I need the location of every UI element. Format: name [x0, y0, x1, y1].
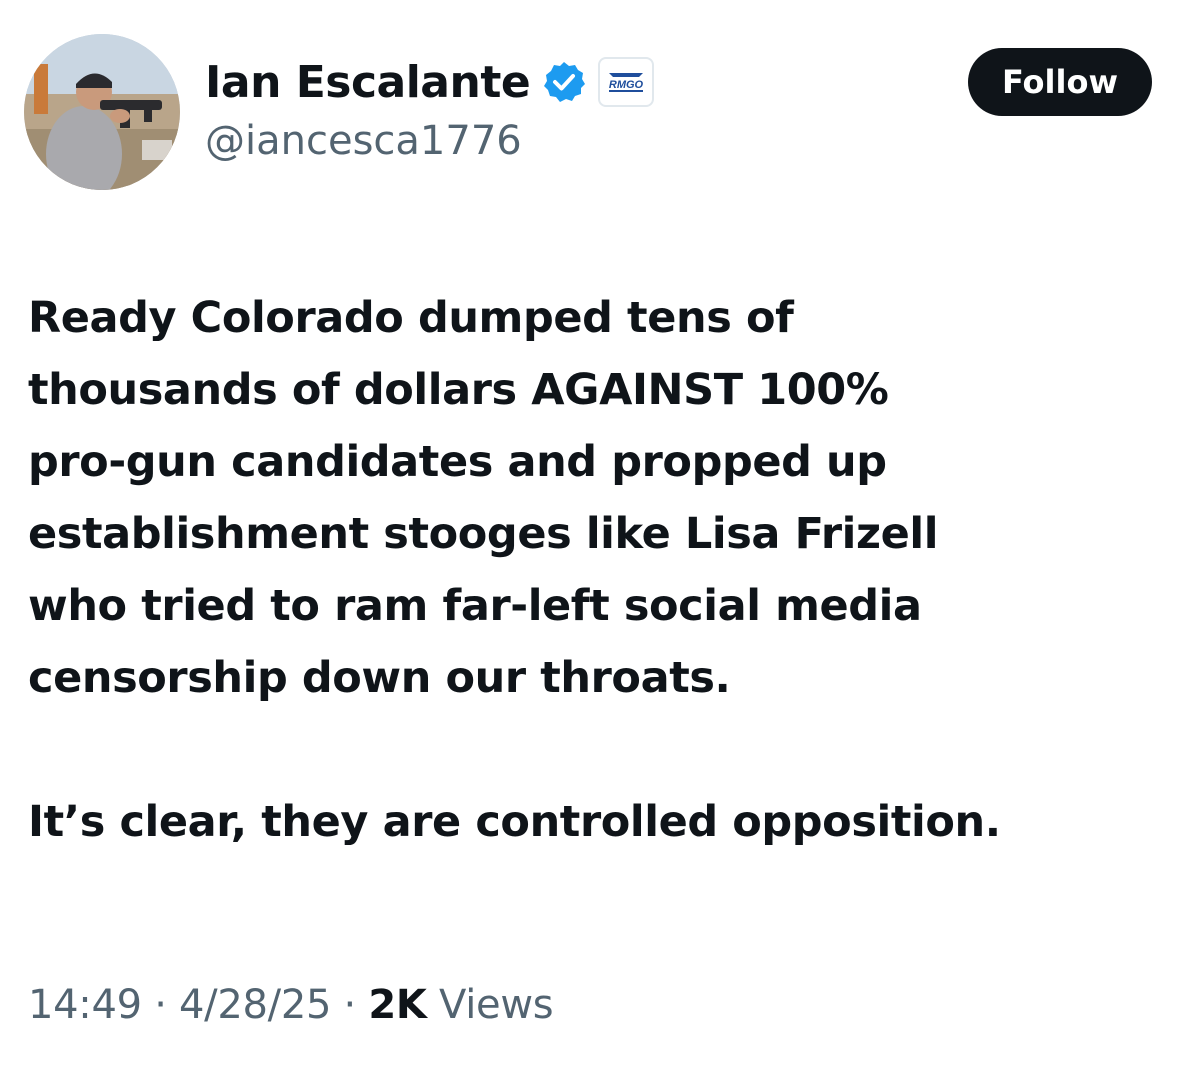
views-count[interactable]: 2K: [368, 982, 427, 1028]
tweet-meta: 14:49 · 4/28/25 · 2K Views: [28, 982, 554, 1028]
tweet-text: Ready Colorado dumped tens of thousands …: [28, 282, 1188, 858]
follow-button[interactable]: Follow: [968, 48, 1152, 116]
tweet-line: thousands of dollars AGAINST 100%: [28, 365, 889, 415]
tweet-closing-line: It’s clear, they are controlled oppositi…: [28, 797, 1001, 847]
verified-badge-icon[interactable]: [542, 60, 586, 104]
paragraph-break: [28, 714, 1188, 786]
svg-text:RMGO: RMGO: [609, 79, 644, 91]
author-handle[interactable]: @iancesca1776: [205, 118, 522, 164]
tweet-line: establishment stooges like Lisa Frizell: [28, 509, 939, 559]
meta-separator: ·: [141, 982, 180, 1028]
tweet-time[interactable]: 14:49: [28, 982, 142, 1028]
meta-separator: ·: [331, 982, 369, 1028]
tweet-line: pro-gun candidates and propped up: [28, 437, 887, 487]
affiliate-badge-icon[interactable]: RMGO: [598, 57, 655, 107]
avatar-image: [24, 34, 180, 190]
tweet-line: Ready Colorado dumped tens of: [28, 293, 794, 343]
avatar[interactable]: [24, 34, 180, 190]
author-name[interactable]: Ian Escalante: [205, 57, 531, 108]
author-name-row: Ian Escalante RMGO: [205, 52, 655, 112]
tweet-line: who tried to ram far-left social media: [28, 581, 922, 631]
tweet-line: censorship down our throats.: [28, 653, 731, 703]
tweet-date[interactable]: 4/28/25: [179, 982, 331, 1028]
views-label: Views: [426, 982, 554, 1028]
